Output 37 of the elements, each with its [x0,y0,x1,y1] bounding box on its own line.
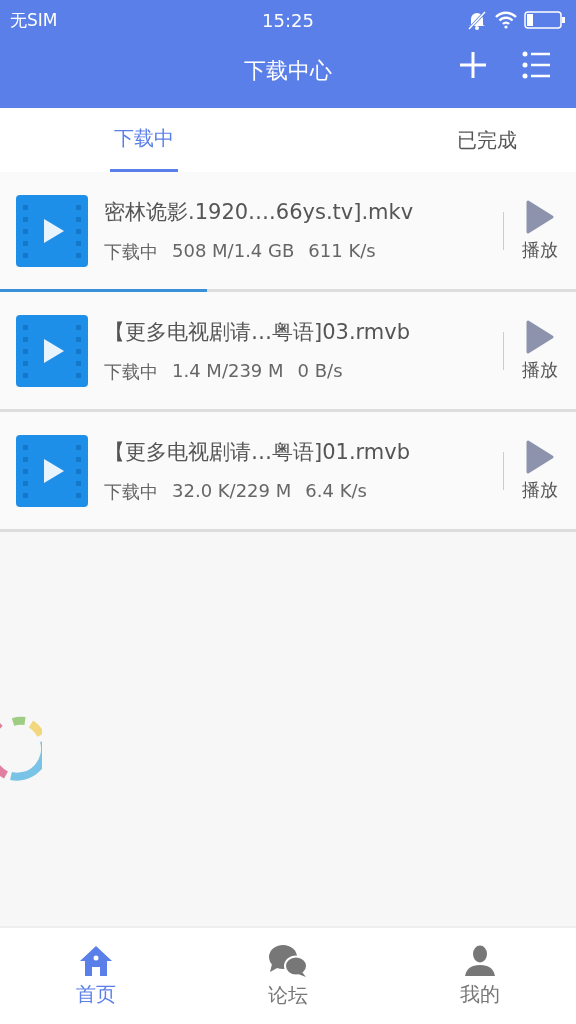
download-speed: 0 B/s [297,359,343,383]
battery-icon [524,10,566,30]
download-status: 下载中 [104,479,158,504]
menu-icon[interactable] [522,51,552,79]
tab[interactable]: 已完成 [398,108,576,172]
carrier-label: 无SIM [10,8,58,32]
download-status: 下载中 [104,239,158,264]
play-icon [526,319,554,354]
download-size: 32.0 K/229 M [172,479,292,503]
muted-bell-icon [466,10,488,30]
nav-tab[interactable]: 我的 [384,928,576,1024]
file-name: 【更多电视剧请…粤语]01.rmvb [104,438,412,466]
loading-spinner-icon [0,714,42,784]
file-name: 【更多电视剧请…粤语]03.rmvb [104,318,412,346]
file-name: 密林诡影.1920….66ys.tv].mkv [104,198,415,226]
download-speed: 611 K/s [308,239,376,263]
video-file-icon [16,314,88,387]
page-title: 下载中心 [244,57,332,85]
user-icon [463,944,497,977]
nav-tab[interactable]: 首页 [0,928,192,1024]
play-button[interactable]: 播放 [520,199,560,262]
video-file-icon [16,194,88,267]
play-button[interactable]: 播放 [520,319,560,382]
video-file-icon [16,434,88,507]
download-size: 508 M/1.4 GB [172,239,295,263]
nav-tab[interactable]: 论坛 [192,928,384,1024]
play-icon [526,199,554,234]
download-size: 1.4 M/239 M [172,359,284,383]
status-time: 15:25 [262,9,314,31]
play-button[interactable]: 播放 [520,439,560,502]
chat-bubbles-icon [268,943,308,978]
home-icon [79,944,113,977]
download-status: 下载中 [104,359,158,384]
download-speed: 6.4 K/s [305,479,367,503]
add-icon[interactable] [458,50,488,80]
play-icon [526,439,554,474]
wifi-icon [494,11,518,29]
